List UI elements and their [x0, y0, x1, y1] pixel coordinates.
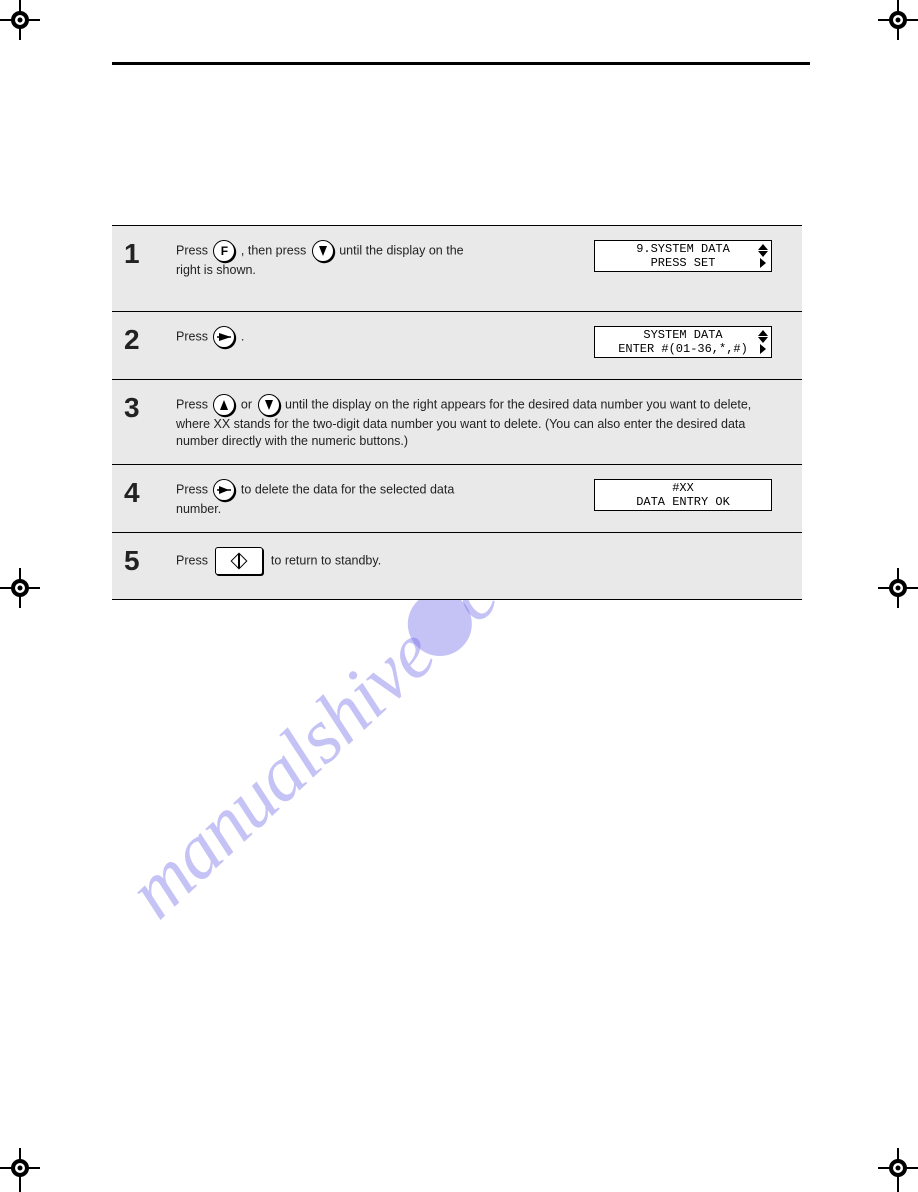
- display-arrows-icon: [753, 241, 773, 271]
- step-5: 5 Press to return to standby.: [112, 532, 802, 600]
- display-line: PRESS SET: [595, 256, 771, 270]
- step-text: Press or until the display on the right …: [176, 394, 756, 450]
- text-fragment: to return to standby.: [271, 553, 381, 567]
- step-2: 2 Press . SYSTEM DATA ENTER #(01-36,*,#): [112, 311, 802, 379]
- up-arrow-button-icon: [213, 394, 235, 416]
- lcd-display: #XX DATA ENTRY OK: [594, 479, 772, 511]
- text-fragment: Press: [176, 553, 211, 567]
- lcd-display: 9.SYSTEM DATA PRESS SET: [594, 240, 772, 272]
- down-arrow-button-icon: [312, 240, 334, 262]
- text-fragment: , then press: [241, 243, 310, 257]
- step-3: 3 Press or until the display on the righ…: [112, 379, 802, 464]
- step-text: Press F , then press until the display o…: [176, 240, 476, 279]
- step-4: 4 Press to delete the data for the selec…: [112, 464, 802, 532]
- display-arrows-icon: [753, 327, 773, 357]
- right-arrow-button-icon: [213, 326, 235, 348]
- step-number: 3: [124, 392, 140, 424]
- display-line: ENTER #(01-36,*,#): [595, 342, 771, 356]
- crop-mark-icon: [0, 564, 44, 612]
- step-text: Press to return to standby.: [176, 547, 790, 575]
- text-fragment: .: [241, 329, 244, 343]
- display-line: DATA ENTRY OK: [595, 495, 771, 509]
- crop-mark-icon: [0, 1144, 44, 1192]
- text-fragment: Press: [176, 243, 211, 257]
- text-fragment: or: [241, 397, 256, 411]
- step-number: 2: [124, 324, 140, 356]
- start-button-icon: [215, 547, 263, 575]
- text-fragment: Press: [176, 482, 211, 496]
- step-number: 4: [124, 477, 140, 509]
- step-number: 5: [124, 545, 140, 577]
- text-fragment: Press: [176, 397, 211, 411]
- step-number: 1: [124, 238, 140, 270]
- crop-mark-icon: [874, 0, 918, 44]
- step-text: Press to delete the data for the selecte…: [176, 479, 496, 518]
- lcd-display: SYSTEM DATA ENTER #(01-36,*,#): [594, 326, 772, 358]
- step-1: 1 Press F , then press until the display…: [112, 225, 802, 311]
- display-line: 9.SYSTEM DATA: [595, 242, 771, 256]
- display-line: SYSTEM DATA: [595, 328, 771, 342]
- instruction-panel: 1 Press F , then press until the display…: [112, 225, 802, 600]
- crop-mark-icon: [0, 0, 44, 44]
- display-line: #XX: [595, 481, 771, 495]
- crop-mark-icon: [874, 564, 918, 612]
- down-arrow-button-icon: [258, 394, 280, 416]
- crop-mark-icon: [874, 1144, 918, 1192]
- f-button-icon: F: [213, 240, 235, 262]
- page-header-rule: [112, 62, 810, 65]
- right-arrow-button-icon: [213, 479, 235, 501]
- text-fragment: Press: [176, 329, 211, 343]
